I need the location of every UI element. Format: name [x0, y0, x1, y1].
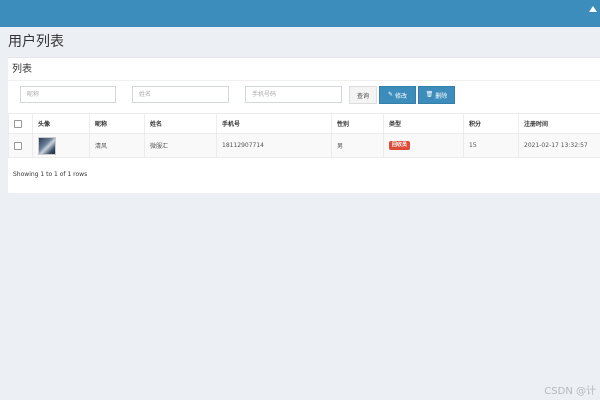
column-header-points[interactable]: 积分: [463, 113, 519, 134]
row-checkbox[interactable]: [14, 141, 22, 150]
column-header-gender[interactable]: 性别: [331, 113, 384, 134]
gender-cell: 男: [331, 133, 384, 158]
nickname-cell: 清风: [89, 133, 145, 158]
user-table: 头像 昵称 姓名 手机号 性别 类型 积分 注册时间 清风 微服汇 181129…: [8, 113, 600, 158]
table-row[interactable]: 清风 微服汇 18112907714 男 回收员 15 2021-02-17 1…: [8, 133, 600, 158]
registered-cell: 2021-02-17 13:32:57: [518, 133, 600, 158]
type-badge: 回收员: [389, 141, 411, 150]
select-all-checkbox[interactable]: [14, 119, 22, 128]
query-button[interactable]: 查询: [349, 86, 377, 104]
phone-cell: 18112907714: [216, 133, 332, 158]
column-header-nickname[interactable]: 昵称: [89, 113, 145, 134]
column-header-avatar[interactable]: 头像: [32, 113, 90, 134]
top-navbar: [0, 0, 600, 27]
points-cell: 15: [463, 133, 519, 158]
column-header-type[interactable]: 类型: [383, 113, 464, 134]
type-cell: 回收员: [383, 133, 464, 158]
edit-button[interactable]: ✎ 修改: [379, 86, 416, 104]
avatar: [38, 136, 56, 155]
query-button-label: 查询: [356, 92, 369, 100]
delete-button-label: 删除: [435, 92, 448, 100]
row-checkbox-cell[interactable]: [8, 133, 33, 158]
page-title: 用户列表: [8, 34, 64, 50]
table-header-row: 头像 昵称 姓名 手机号 性别 类型 积分 注册时间: [8, 113, 600, 134]
nickname-input[interactable]: [20, 86, 116, 103]
edit-icon: ✎: [387, 91, 393, 98]
watermark: CSDN @计: [544, 386, 596, 397]
name-cell: 微服汇: [144, 133, 217, 158]
phone-input[interactable]: [245, 86, 342, 103]
pagination-summary: Showing 1 to 1 of 1 rows: [13, 171, 88, 178]
column-header-name[interactable]: 姓名: [144, 113, 217, 134]
caret-up-icon[interactable]: [589, 6, 597, 12]
name-input[interactable]: [132, 86, 229, 103]
delete-button[interactable]: 🗑 删除: [418, 86, 455, 104]
column-header-phone[interactable]: 手机号: [216, 113, 332, 134]
column-header-registered[interactable]: 注册时间: [518, 113, 600, 134]
trash-icon: 🗑: [425, 91, 434, 98]
edit-button-label: 修改: [395, 92, 408, 100]
panel-title: 列表: [12, 64, 32, 75]
select-all-checkbox-cell[interactable]: [8, 113, 33, 134]
avatar-cell: [32, 133, 90, 158]
panel-divider: [8, 80, 600, 81]
